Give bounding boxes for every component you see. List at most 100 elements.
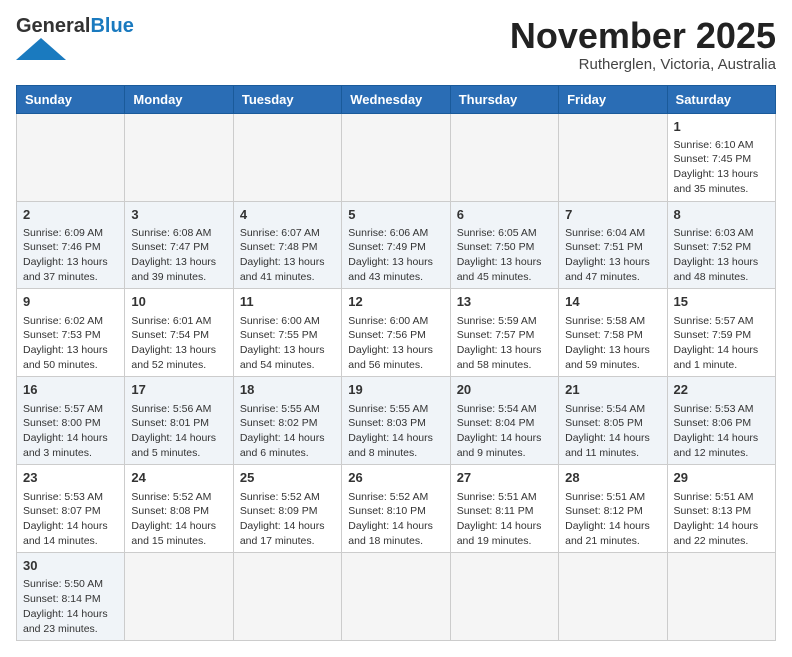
logo: GeneralBlue [16, 16, 134, 60]
day-number: 18 [240, 381, 335, 399]
calendar-week-4: 16 Sunrise: 5:57 AM Sunset: 8:00 PM Dayli… [17, 377, 776, 465]
day-info: Sunrise: 5:58 AM Sunset: 7:58 PM Dayligh… [565, 314, 660, 373]
calendar-week-3: 9 Sunrise: 6:02 AM Sunset: 7:53 PM Daylig… [17, 289, 776, 377]
day-info: Sunrise: 5:57 AM Sunset: 8:00 PM Dayligh… [23, 402, 118, 461]
day-info: Sunrise: 5:51 AM Sunset: 8:11 PM Dayligh… [457, 490, 552, 549]
day-info: Sunrise: 5:55 AM Sunset: 8:03 PM Dayligh… [348, 402, 443, 461]
day-info: Sunrise: 5:57 AM Sunset: 7:59 PM Dayligh… [674, 314, 769, 373]
day-info: Sunrise: 5:51 AM Sunset: 8:13 PM Dayligh… [674, 490, 769, 549]
day-number: 5 [348, 206, 443, 224]
weekday-header-monday: Monday [125, 85, 233, 113]
calendar-week-5: 23Sunrise: 5:53 AM Sunset: 8:07 PM Dayli… [17, 465, 776, 553]
day-number: 24 [131, 469, 226, 487]
calendar-cell: 1 Sunrise: 6:10 AM Sunset: 7:45 PM Daylig… [667, 113, 775, 201]
day-info: Sunrise: 6:04 AM Sunset: 7:51 PM Dayligh… [565, 226, 660, 285]
calendar-cell: 28Sunrise: 5:51 AM Sunset: 8:12 PM Dayli… [559, 465, 667, 553]
day-info: Sunrise: 6:00 AM Sunset: 7:55 PM Dayligh… [240, 314, 335, 373]
weekday-header-thursday: Thursday [450, 85, 558, 113]
calendar-cell: 2Sunrise: 6:09 AM Sunset: 7:46 PM Daylig… [17, 201, 125, 289]
day-info: Sunrise: 5:52 AM Sunset: 8:10 PM Dayligh… [348, 490, 443, 549]
day-number: 11 [240, 293, 335, 311]
day-number: 3 [131, 206, 226, 224]
day-info: Sunrise: 5:52 AM Sunset: 8:09 PM Dayligh… [240, 490, 335, 549]
day-info: Sunrise: 5:53 AM Sunset: 8:07 PM Dayligh… [23, 490, 118, 549]
day-number: 10 [131, 293, 226, 311]
calendar-cell [559, 113, 667, 201]
calendar-cell [342, 113, 450, 201]
day-info: Sunrise: 6:00 AM Sunset: 7:56 PM Dayligh… [348, 314, 443, 373]
day-number: 27 [457, 469, 552, 487]
page-header: GeneralBlue November 2025 Rutherglen, Vi… [16, 16, 776, 73]
day-number: 29 [674, 469, 769, 487]
day-info: Sunrise: 6:08 AM Sunset: 7:47 PM Dayligh… [131, 226, 226, 285]
day-number: 1 [674, 118, 769, 136]
calendar-cell: 12Sunrise: 6:00 AM Sunset: 7:56 PM Dayli… [342, 289, 450, 377]
day-info: Sunrise: 5:53 AM Sunset: 8:06 PM Dayligh… [674, 402, 769, 461]
day-number: 20 [457, 381, 552, 399]
calendar-cell [342, 553, 450, 641]
weekday-header-tuesday: Tuesday [233, 85, 341, 113]
calendar-cell [667, 553, 775, 641]
month-title: November 2025 [510, 16, 776, 56]
calendar-cell: 21 Sunrise: 5:54 AM Sunset: 8:05 PM Dayli… [559, 377, 667, 465]
calendar-cell [559, 553, 667, 641]
day-info: Sunrise: 6:03 AM Sunset: 7:52 PM Dayligh… [674, 226, 769, 285]
calendar-cell: 7 Sunrise: 6:04 AM Sunset: 7:51 PM Daylig… [559, 201, 667, 289]
day-number: 30 [23, 557, 118, 575]
calendar-cell [125, 113, 233, 201]
calendar-cell [125, 553, 233, 641]
day-number: 16 [23, 381, 118, 399]
day-number: 6 [457, 206, 552, 224]
calendar-cell: 15 Sunrise: 5:57 AM Sunset: 7:59 PM Dayli… [667, 289, 775, 377]
day-info: Sunrise: 5:59 AM Sunset: 7:57 PM Dayligh… [457, 314, 552, 373]
day-number: 21 [565, 381, 660, 399]
logo-icon-svg [16, 38, 66, 60]
day-info: Sunrise: 6:01 AM Sunset: 7:54 PM Dayligh… [131, 314, 226, 373]
calendar-cell: 30Sunrise: 5:50 AM Sunset: 8:14 PM Dayli… [17, 553, 125, 641]
day-number: 4 [240, 206, 335, 224]
calendar-week-2: 2Sunrise: 6:09 AM Sunset: 7:46 PM Daylig… [17, 201, 776, 289]
calendar-cell: 5 Sunrise: 6:06 AM Sunset: 7:49 PM Daylig… [342, 201, 450, 289]
calendar-table: SundayMondayTuesdayWednesdayThursdayFrid… [16, 85, 776, 642]
day-number: 26 [348, 469, 443, 487]
day-info: Sunrise: 5:51 AM Sunset: 8:12 PM Dayligh… [565, 490, 660, 549]
day-number: 15 [674, 293, 769, 311]
calendar-cell: 24Sunrise: 5:52 AM Sunset: 8:08 PM Dayli… [125, 465, 233, 553]
calendar-cell [450, 113, 558, 201]
day-info: Sunrise: 5:54 AM Sunset: 8:05 PM Dayligh… [565, 402, 660, 461]
calendar-header-row: SundayMondayTuesdayWednesdayThursdayFrid… [17, 85, 776, 113]
day-info: Sunrise: 5:55 AM Sunset: 8:02 PM Dayligh… [240, 402, 335, 461]
day-number: 8 [674, 206, 769, 224]
day-number: 7 [565, 206, 660, 224]
calendar-cell: 29 Sunrise: 5:51 AM Sunset: 8:13 PM Dayli… [667, 465, 775, 553]
calendar-week-1: 1 Sunrise: 6:10 AM Sunset: 7:45 PM Daylig… [17, 113, 776, 201]
calendar-cell: 11 Sunrise: 6:00 AM Sunset: 7:55 PM Dayli… [233, 289, 341, 377]
day-number: 19 [348, 381, 443, 399]
day-info: Sunrise: 6:07 AM Sunset: 7:48 PM Dayligh… [240, 226, 335, 285]
day-number: 9 [23, 293, 118, 311]
calendar-cell: 6Sunrise: 6:05 AM Sunset: 7:50 PM Daylig… [450, 201, 558, 289]
calendar-cell [233, 553, 341, 641]
calendar-cell: 19 Sunrise: 5:55 AM Sunset: 8:03 PM Dayli… [342, 377, 450, 465]
calendar-cell: 8 Sunrise: 6:03 AM Sunset: 7:52 PM Daylig… [667, 201, 775, 289]
location: Rutherglen, Victoria, Australia [510, 56, 776, 73]
title-block: November 2025 Rutherglen, Victoria, Aust… [510, 16, 776, 73]
calendar-week-6: 30Sunrise: 5:50 AM Sunset: 8:14 PM Dayli… [17, 553, 776, 641]
day-info: Sunrise: 5:54 AM Sunset: 8:04 PM Dayligh… [457, 402, 552, 461]
day-number: 2 [23, 206, 118, 224]
weekday-header-saturday: Saturday [667, 85, 775, 113]
day-info: Sunrise: 6:06 AM Sunset: 7:49 PM Dayligh… [348, 226, 443, 285]
calendar-cell: 4 Sunrise: 6:07 AM Sunset: 7:48 PM Daylig… [233, 201, 341, 289]
logo-general: GeneralBlue [16, 16, 134, 36]
weekday-header-friday: Friday [559, 85, 667, 113]
day-info: Sunrise: 6:02 AM Sunset: 7:53 PM Dayligh… [23, 314, 118, 373]
calendar-cell: 23Sunrise: 5:53 AM Sunset: 8:07 PM Dayli… [17, 465, 125, 553]
weekday-header-wednesday: Wednesday [342, 85, 450, 113]
day-info: Sunrise: 6:10 AM Sunset: 7:45 PM Dayligh… [674, 138, 769, 197]
calendar-cell: 27 Sunrise: 5:51 AM Sunset: 8:11 PM Dayli… [450, 465, 558, 553]
calendar-cell: 3 Sunrise: 6:08 AM Sunset: 7:47 PM Daylig… [125, 201, 233, 289]
calendar-cell: 14Sunrise: 5:58 AM Sunset: 7:58 PM Dayli… [559, 289, 667, 377]
calendar-cell: 13Sunrise: 5:59 AM Sunset: 7:57 PM Dayli… [450, 289, 558, 377]
calendar-cell [233, 113, 341, 201]
day-number: 22 [674, 381, 769, 399]
